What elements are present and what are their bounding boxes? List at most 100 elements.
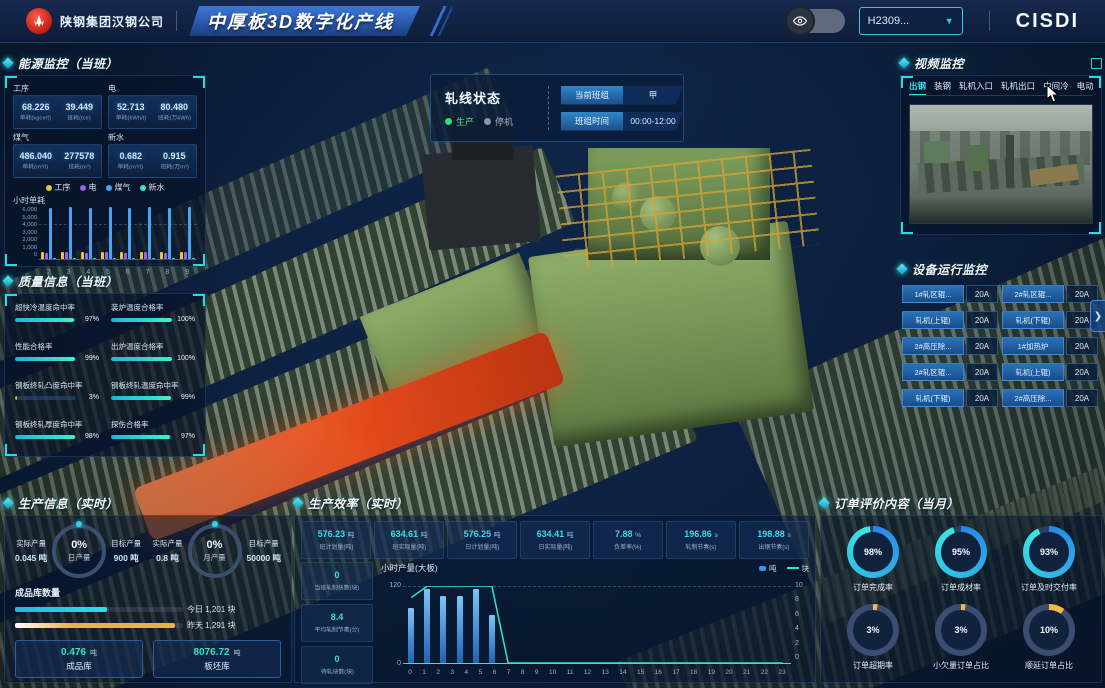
visibility-toggle[interactable] [787,9,845,33]
energy-label: 班耗(万m³) [160,162,188,171]
quality-metric-value: 100% [175,316,195,323]
bar-group [81,207,96,259]
efficiency-stats-row: 576.23 吨 班计划量(吨) 634.61 吨 班实际量(吨) 576.25… [301,521,809,559]
energy-section-name: 煤气 [13,132,102,143]
quality-metric-label: 出炉温度合格率 [111,341,195,352]
bar-煤气 [69,207,72,259]
energy-section-name: 新水 [108,132,197,143]
efficiency-stat: 7.88 % 负差率(%) [593,521,663,559]
equipment-name-chip[interactable]: 轧机(上辊) [902,311,964,329]
order-donut: 3% [847,604,899,656]
stat-value: 0.8 吨 [156,552,179,564]
x-tick: 4 [465,669,469,676]
equipment-name-chip[interactable]: 1#加热炉 [1002,337,1064,355]
panel-collapse-arrow[interactable]: ❯ [1090,300,1105,332]
progress-fill [111,318,172,322]
camera-tab-装钢[interactable]: 装钢 [934,80,951,92]
progress-track [15,357,76,361]
side-stat-label: 待轧块数(块) [320,667,353,676]
progress-track [15,396,76,400]
x-tick: 13 [602,669,609,676]
energy-value-box: 0.682单耗(m³/t) 0.915班耗(万m³) [108,144,197,178]
camera-feed[interactable] [909,104,1093,224]
x-tick: 19 [708,669,715,676]
equipment-name-chip[interactable]: 轧机(上辊) [1002,363,1064,381]
order-gauge: 3% 订单超期率 [847,604,899,672]
device-select-dropdown[interactable]: H2309... ▼ [859,7,963,35]
header-divider [989,11,990,31]
efficiency-stat-label: 班实际量(吨) [392,541,426,550]
camera-tab-轧机入口[interactable]: 轧机入口 [959,80,993,92]
y-tick: 4,000 [15,222,37,228]
diamond-icon [2,497,13,508]
stock-bar-track [15,623,183,628]
order-gauge: 3% 小欠量订单占比 [933,604,989,672]
order-gauge-value: 3% [866,625,879,635]
equipment-value: 20A [966,363,998,381]
energy-section: 新水 0.682单耗(m³/t) 0.915班耗(万m³) [108,131,197,178]
legend-dot-icon [80,185,86,191]
y-tick: 2,000 [15,238,37,244]
bar-工序 [140,252,143,259]
quality-metric: 出炉温度合格率 100% [111,341,195,374]
equipment-name-chip[interactable]: 2#高压除... [902,337,964,355]
energy-panel-title-text: 能源监控（当班） [18,55,118,72]
bar-工序 [81,252,84,259]
bar-group [160,207,175,259]
efficiency-panel-body: 576.23 吨 班计划量(吨) 634.61 吨 班实际量(吨) 576.25… [294,515,816,683]
x-tick: 18 [690,669,697,676]
expand-icon[interactable] [1091,58,1102,69]
stat-value: 900 吨 [114,552,139,564]
equipment-name-chip[interactable]: 2#轧区辊... [902,363,964,381]
bar-新水 [192,258,195,259]
feed-shape [968,145,988,171]
energy-label: 单耗(m³/t) [23,162,49,171]
energy-section-name: 工序 [13,83,102,94]
legend-label: 煤气 [115,182,131,193]
energy-panel-title: 能源监控（当班） [4,54,206,72]
efficiency-stat-unit: % [633,532,641,539]
equipment-name-chip[interactable]: 轧机(下辊) [1002,311,1064,329]
quality-metric-value: 99% [175,394,195,401]
efficiency-stat-value: 196.86 s [684,529,718,539]
efficiency-stat: 196.86 s 轧制节奏(s) [666,521,736,559]
bar-电 [65,252,68,259]
donut-marker [76,521,82,527]
order-gauge-value: 95% [952,547,970,557]
quality-metric: 性能合格率 99% [15,341,99,374]
energy-section-name: 电 [108,83,197,94]
equipment-name-chip[interactable]: 2#轧区辊... [1002,285,1064,303]
equipment-value: 20A [1066,389,1098,407]
shift-badge-value: 甲 [623,86,683,105]
y-tick: 2 [795,640,799,647]
legend-label: 工序 [55,182,71,193]
equipment-name-chip[interactable]: 轧机(下辊) [902,389,964,407]
quality-info-panel: 质量信息（当班） 超快冷温度命中率 97% 装炉温度合格率 100% 性能合格率… [4,272,206,458]
orders-panel-title-text: 订单评价内容（当月） [834,495,959,512]
page-title: 中厚板3D数字化产线 [207,8,394,34]
camera-tab-电动热[interactable]: 电动热 [1077,80,1093,92]
order-gauge-value: 93% [1040,547,1058,557]
hourly-output-chart: 小时产量(大板) 吨 块 1200 1086420 01234567891011… [381,562,809,678]
equipment-item: 1#轧区辊... 20A [902,285,998,303]
camera-tab-轧机出口[interactable]: 轧机出口 [1001,80,1035,92]
warehouse-value: 8076.72 吨 [193,647,240,658]
legend-item: 电 [80,182,97,193]
header-bar: 陕钢集团汉钢公司 中厚板3D数字化产线 H2309... ▼ CISDI [0,0,1105,43]
equipment-name-chip[interactable]: 1#轧区辊... [902,285,964,303]
line-status-badges: 当前班组 甲 班组时间 00:00-12:00 [561,86,683,131]
x-tick: 16 [655,669,662,676]
efficiency-stat-value: 576.25 吨 [464,529,501,539]
shift-badge-label: 当前班组 [561,86,623,105]
order-gauge: 93% 订单及时交付率 [1021,526,1077,594]
equipment-name-chip[interactable]: 2#高压除... [1002,389,1064,407]
x-tick: 15 [637,669,644,676]
orders-panel: 订单评价内容（当月） 98% 订单完成率 95% 订单成材率 93% 订单及时交… [820,494,1102,684]
y-tick: 1,000 [15,245,37,251]
production-info-panel: 生产信息（实时） 实际产量0.045 吨 0% 日产量 目标产量900 吨 实际… [4,494,292,684]
camera-tab-中间冷[interactable]: 中间冷 [1043,80,1069,92]
energy-sections: 工序 68.226单耗(kgce/t) 39.449班耗(tce) 电 52.7… [13,82,197,178]
quality-metric-label: 性能合格率 [15,341,99,352]
camera-tab-出钢[interactable]: 出钢 [909,80,926,92]
quality-metric: 探伤合格率 97% [111,419,195,452]
